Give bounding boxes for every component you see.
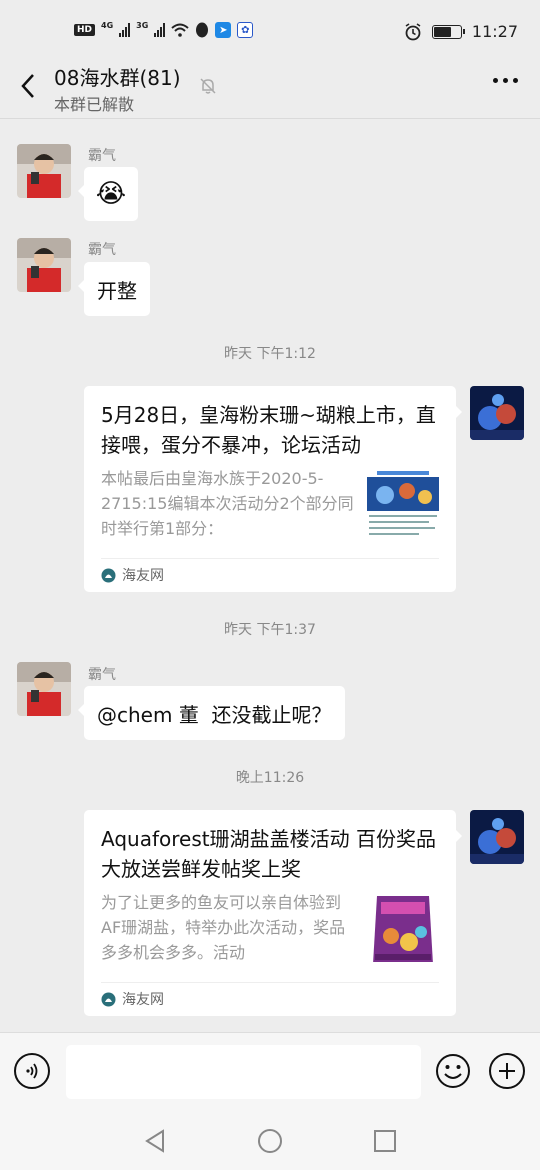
message-bubble[interactable]: 😭 [78,167,138,221]
voice-input-button[interactable] [14,1053,50,1089]
crying-face-emoji: 😭 [95,179,127,209]
card-source-label: 海友网 [122,568,164,584]
card-title: Aquaforest珊湖盐盖楼活动 百份奖品大放送尝鲜发帖奖上奖 [101,827,436,881]
source-logo-icon [101,992,116,1006]
avatar-self[interactable] [470,810,524,864]
card-title: 5月28日，皇海粉末珊~瑚粮上市，直接喂，蛋分不暴冲，论坛活动 [101,403,436,457]
app-notify-icon: ➤ [215,22,232,38]
avatar[interactable] [17,144,71,198]
avatar[interactable] [17,662,71,716]
link-card[interactable]: 5月28日，皇海粉末珊~瑚粮上市，直接喂，蛋分不暴冲，论坛活动 本帖最后由皇海水… [84,386,462,592]
card-divider [101,558,439,559]
message-bubble[interactable]: 开整 [78,262,150,316]
more-options-button[interactable] [493,78,518,83]
system-nav-bar [0,1112,540,1170]
back-arrow-icon [21,74,34,98]
status-left: HD 4G 3G ➤ ✿ [74,20,254,38]
card-description: 为了让更多的鱼友可以亲自体验到AF珊湖盐，特举办此次活动，奖品多多机会多多。活动 [101,893,346,962]
network-3g-label: 3G [136,20,149,30]
chat-header: 08海水群(81) 本群已解散 [0,56,540,118]
emoji-button[interactable] [435,1053,471,1089]
more-functions-button[interactable] [489,1053,525,1089]
alarm-icon [405,22,421,40]
plus-icon [499,1063,515,1079]
timestamp: 昨天 下午1:37 [224,622,316,638]
signal-2-icon [154,23,166,37]
square-recents-icon [374,1130,396,1152]
avatar-self[interactable] [470,386,524,440]
sender-name: 霸气 [88,148,116,164]
avatar[interactable] [17,238,71,292]
nav-recents-button[interactable] [370,1126,400,1156]
card-description: 本帖最后由皇海水族于2020-5-2715:15编辑本次活动分2个部分同时举行第… [101,469,354,538]
card-divider [101,982,439,983]
baidu-paw-icon: ✿ [237,22,254,38]
card-thumbnail [367,469,439,541]
message-bubble[interactable]: @chem 董 还没截止呢？ [78,686,345,740]
timestamp: 昨天 下午1:12 [224,346,316,362]
message-text: @chem 董 还没截止呢？ [97,702,332,727]
battery-icon [431,24,465,39]
qq-penguin-icon [196,22,209,38]
chat-title: 08海水群(81) [54,66,181,90]
card-source: 海友网 [101,989,164,1009]
triangle-back-icon [145,1129,164,1153]
mute-bell-icon [200,78,216,94]
nav-back-button[interactable] [140,1126,170,1156]
card-source-label: 海友网 [122,992,164,1008]
voice-waves-icon [26,1063,38,1079]
chat-subtitle: 本群已解散 [54,95,135,114]
status-right: 11:27 [404,22,518,41]
network-4g-label: 4G [101,20,114,30]
hd-badge: HD [74,24,96,36]
source-logo-icon [101,568,116,582]
circle-home-icon [258,1129,282,1153]
clock: 11:27 [471,22,518,41]
sender-name: 霸气 [88,242,116,258]
sender-name: 霸气 [88,667,116,683]
signal-1-icon [119,23,131,37]
link-card[interactable]: Aquaforest珊湖盐盖楼活动 百份奖品大放送尝鲜发帖奖上奖 为了让更多的鱼… [84,810,462,1016]
back-button[interactable] [12,68,44,104]
card-thumbnail [367,890,439,962]
status-bar: HD 4G 3G ➤ ✿ 11:27 [0,0,540,64]
card-source: 海友网 [101,565,164,585]
timestamp: 晚上11:26 [235,770,305,786]
message-text: 开整 [97,278,137,303]
message-input[interactable] [66,1045,421,1099]
wifi-icon [171,23,189,37]
nav-home-button[interactable] [255,1126,285,1156]
input-bar [0,1032,540,1112]
chat-area[interactable]: 霸气 😭 霸气 开整 昨天 下午1:12 5月28日，皇海粉末珊~瑚粮上市，直接… [0,119,540,1032]
